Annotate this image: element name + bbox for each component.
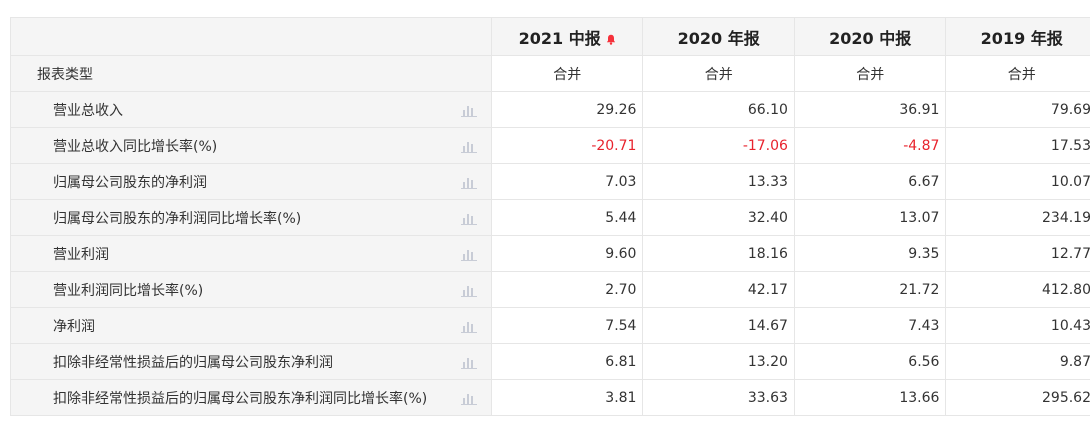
metric-value: 18.16 — [642, 235, 795, 272]
bar-chart-icon[interactable] — [460, 355, 477, 369]
metric-label-cell: 扣除非经常性损益后的归属母公司股东净利润同比增长率(%) — [10, 379, 492, 416]
metric-label: 归属母公司股东的净利润 — [53, 174, 207, 191]
table-row: 归属母公司股东的净利润同比增长率(%) 5.44 32.40 13.07 234.19 — [10, 199, 1090, 236]
column-header-label: 2020 中报 — [829, 28, 912, 48]
column-header-2021-interim[interactable]: 2021 中报 — [490, 17, 644, 56]
financial-summary-table: 2021 中报 2020 年报 2020 中报 2019 年报 报表类型 合并 — [10, 17, 1090, 416]
bar-chart-icon[interactable] — [460, 319, 477, 333]
column-header-2019-annual[interactable]: 2019 年报 — [945, 17, 1090, 56]
bar-chart-icon[interactable] — [460, 391, 477, 405]
bar-chart-icon[interactable] — [460, 283, 477, 297]
metric-label: 扣除非经常性损益后的归属母公司股东净利润同比增长率(%) — [53, 390, 428, 407]
metric-value: 32.40 — [642, 199, 795, 236]
metric-value: 412.80 — [945, 271, 1090, 308]
metric-value: 13.07 — [793, 199, 947, 236]
bar-chart-icon[interactable] — [460, 175, 477, 189]
report-type-value: 合并 — [793, 55, 947, 92]
metric-value: 14.67 — [642, 307, 795, 344]
table-row: 营业总收入同比增长率(%) -20.71 -17.06 -4.87 17.53 — [10, 127, 1090, 164]
metric-value: 33.63 — [642, 379, 795, 416]
bar-chart-icon[interactable] — [460, 103, 477, 117]
metric-label-cell: 营业利润同比增长率(%) — [10, 271, 492, 308]
metric-value: 6.67 — [793, 163, 947, 200]
metric-value: 13.20 — [642, 343, 795, 380]
metric-value: 13.66 — [793, 379, 947, 416]
metric-value: 7.03 — [490, 163, 644, 200]
column-header-label: 2019 年报 — [980, 28, 1063, 48]
metric-value: 42.17 — [642, 271, 795, 308]
metric-value: -17.06 — [642, 127, 795, 164]
metric-value: 12.77 — [945, 235, 1090, 272]
table-body: 报表类型 合并 合并 合并 合并 营业总收入 29.26 66.10 36.91 79.… — [10, 55, 1090, 416]
bar-chart-icon[interactable] — [460, 211, 477, 225]
report-type-row: 报表类型 合并 合并 合并 合并 — [10, 55, 1090, 92]
metric-value: 29.26 — [490, 91, 644, 128]
metric-value: 234.19 — [945, 199, 1090, 236]
financial-summary-table-wrapper: 2021 中报 2020 年报 2020 中报 2019 年报 报表类型 合并 — [10, 17, 1090, 432]
table-row: 营业利润同比增长率(%) 2.70 42.17 21.72 412.80 — [10, 271, 1090, 308]
metric-value: -20.71 — [490, 127, 644, 164]
metric-label-cell: 扣除非经常性损益后的归属母公司股东净利润 — [10, 343, 492, 380]
metric-value: 7.54 — [490, 307, 644, 344]
metric-label: 扣除非经常性损益后的归属母公司股东净利润 — [53, 354, 333, 371]
metric-value: 21.72 — [793, 271, 947, 308]
table-row: 扣除非经常性损益后的归属母公司股东净利润 6.81 13.20 6.56 9.87 — [10, 343, 1090, 380]
report-type-label-cell: 报表类型 — [10, 55, 492, 92]
bar-chart-icon[interactable] — [460, 247, 477, 261]
metric-label: 营业总收入同比增长率(%) — [53, 138, 218, 155]
metric-value: 6.56 — [793, 343, 947, 380]
metric-label: 归属母公司股东的净利润同比增长率(%) — [53, 210, 302, 227]
metric-value: 9.87 — [945, 343, 1090, 380]
report-type-value: 合并 — [642, 55, 795, 92]
metric-value: 10.43 — [945, 307, 1090, 344]
metric-label: 净利润 — [53, 318, 95, 335]
metric-value: 9.35 — [793, 235, 947, 272]
metric-value: 5.44 — [490, 199, 644, 236]
table-row: 归属母公司股东的净利润 7.03 13.33 6.67 10.07 — [10, 163, 1090, 200]
column-header-label: 2021 中报 — [518, 28, 601, 48]
report-type-value: 合并 — [945, 55, 1090, 92]
metric-value: 7.43 — [793, 307, 947, 344]
metric-label-cell: 营业总收入同比增长率(%) — [10, 127, 492, 164]
metric-value: 66.10 — [642, 91, 795, 128]
bar-chart-icon[interactable] — [460, 139, 477, 153]
metric-value: 79.69 — [945, 91, 1090, 128]
metric-value: 6.81 — [490, 343, 644, 380]
metric-value: 2.70 — [490, 271, 644, 308]
metric-label-cell: 净利润 — [10, 307, 492, 344]
metric-value: 3.81 — [490, 379, 644, 416]
table-row: 营业利润 9.60 18.16 9.35 12.77 — [10, 235, 1090, 272]
metric-value: 36.91 — [793, 91, 947, 128]
metric-label-cell: 营业利润 — [10, 235, 492, 272]
metric-value: -4.87 — [793, 127, 947, 164]
metric-value: 295.62 — [945, 379, 1090, 416]
table-row: 净利润 7.54 14.67 7.43 10.43 — [10, 307, 1090, 344]
metric-label-cell: 营业总收入 — [10, 91, 492, 128]
metric-label: 营业总收入 — [53, 102, 123, 119]
metric-label-cell: 归属母公司股东的净利润同比增长率(%) — [10, 199, 492, 236]
metric-value: 17.53 — [945, 127, 1090, 164]
metric-value: 13.33 — [642, 163, 795, 200]
metric-label: 营业利润同比增长率(%) — [53, 282, 204, 299]
column-header-2020-annual[interactable]: 2020 年报 — [642, 17, 795, 56]
metric-value: 9.60 — [490, 235, 644, 272]
column-header-label: 2020 年报 — [677, 28, 760, 48]
table-row: 扣除非经常性损益后的归属母公司股东净利润同比增长率(%) 3.81 33.63 13.… — [10, 379, 1090, 416]
bell-icon — [606, 34, 615, 45]
report-type-value: 合并 — [490, 55, 644, 92]
report-type-label: 报表类型 — [37, 66, 93, 83]
metric-label: 营业利润 — [53, 246, 109, 263]
header-blank-cell — [10, 17, 492, 56]
metric-label-cell: 归属母公司股东的净利润 — [10, 163, 492, 200]
table-row: 营业总收入 29.26 66.10 36.91 79.69 — [10, 91, 1090, 128]
column-header-2020-interim[interactable]: 2020 中报 — [793, 17, 947, 56]
header-row: 2021 中报 2020 年报 2020 中报 2019 年报 — [10, 17, 1090, 56]
metric-value: 10.07 — [945, 163, 1090, 200]
